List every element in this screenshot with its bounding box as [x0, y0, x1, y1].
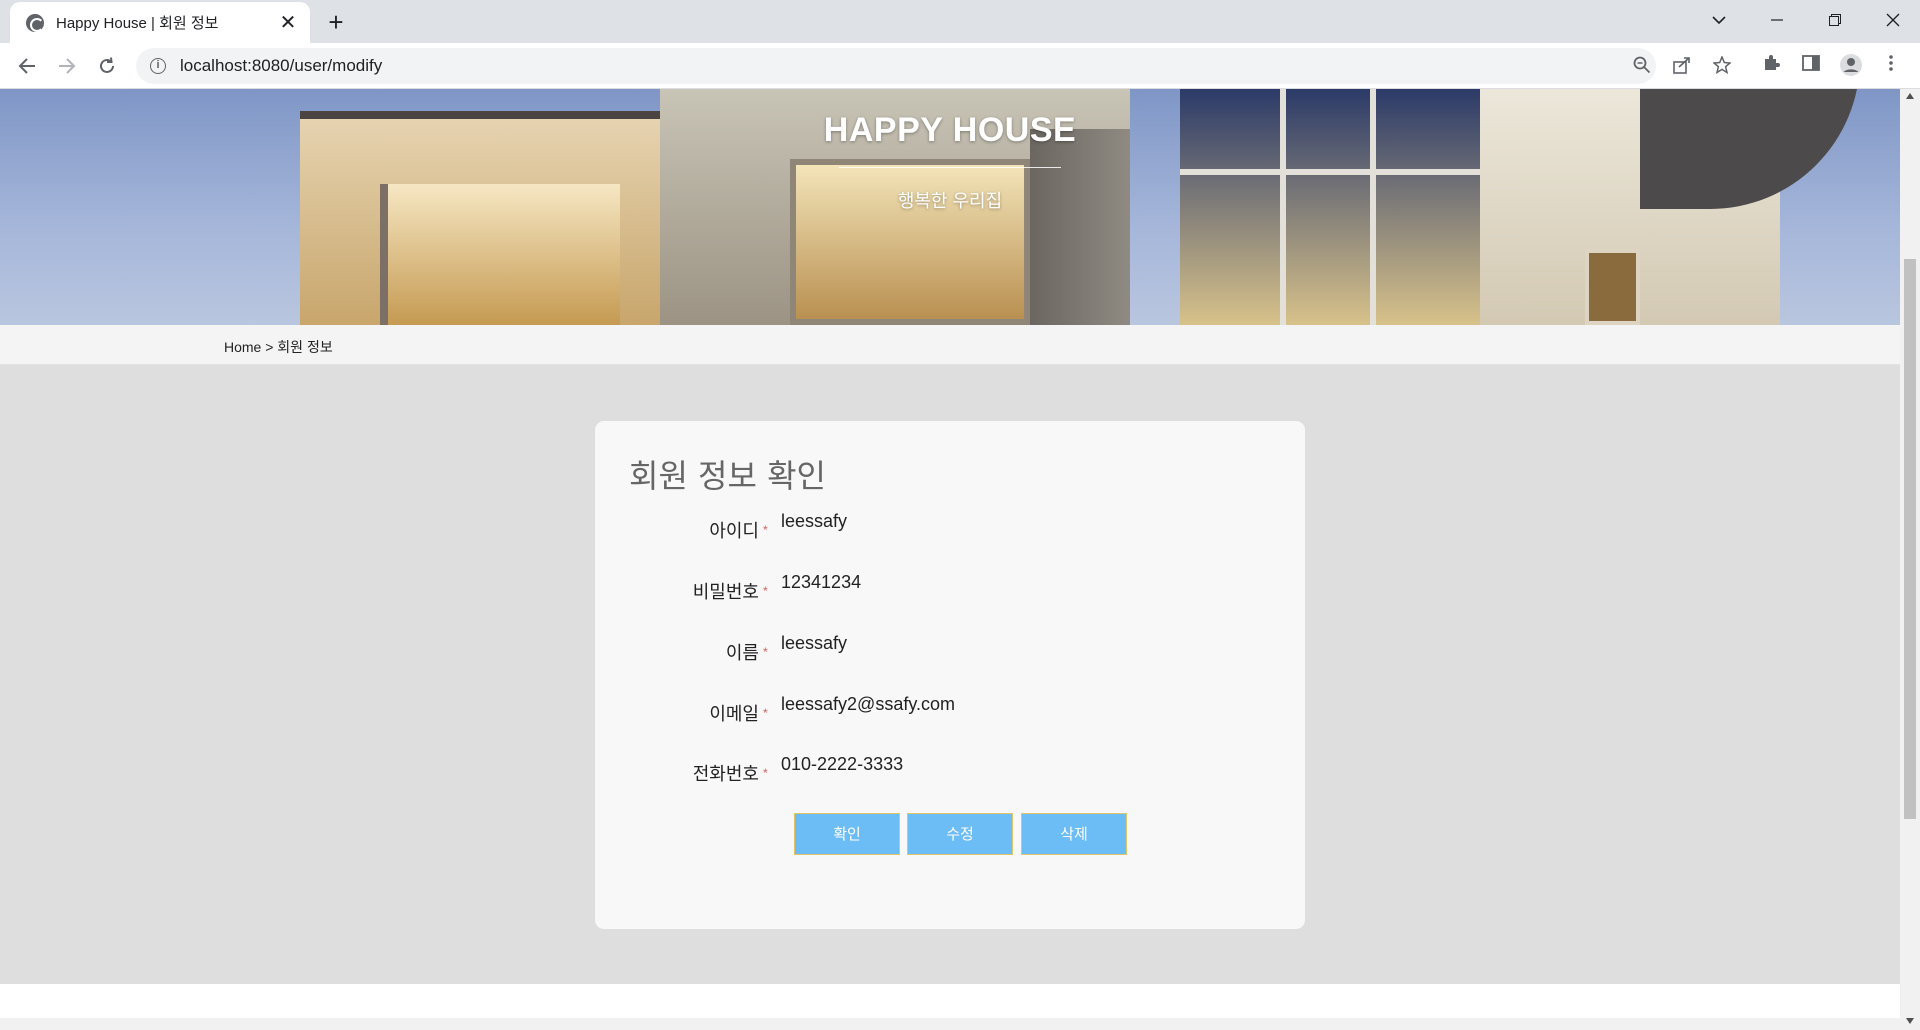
- site-info-icon[interactable]: i: [150, 58, 166, 74]
- back-icon[interactable]: [12, 51, 42, 81]
- field-label: 전화번호: [692, 764, 759, 785]
- field-row-phone: 전화번호 * 010-2222-3333: [595, 754, 1305, 785]
- window-close-icon[interactable]: [1864, 0, 1920, 40]
- page-title: 회원 정보 확인: [629, 457, 826, 495]
- field-value-id: leessafy: [781, 511, 848, 531]
- reload-icon[interactable]: [92, 51, 122, 81]
- required-mark: *: [763, 584, 768, 598]
- globe-icon: [26, 13, 44, 32]
- confirm-button[interactable]: 확인: [794, 813, 900, 855]
- address-bar[interactable]: i localhost:8080/user/modify: [136, 48, 1656, 84]
- modify-button[interactable]: 수정: [907, 813, 1013, 855]
- delete-button[interactable]: 삭제: [1021, 813, 1127, 855]
- required-mark: *: [763, 766, 768, 780]
- browser-tab[interactable]: Happy House | 회원 정보 ✕: [10, 2, 310, 43]
- tab-title: Happy House | 회원 정보: [56, 15, 219, 32]
- page-scrollbar[interactable]: [1900, 89, 1920, 1030]
- hero-image-window: [790, 159, 1030, 325]
- hero-image-door: [1585, 249, 1640, 325]
- window-transom: [1180, 169, 1490, 175]
- hero-image-pillar: [1030, 129, 1130, 325]
- minimize-icon[interactable]: [1748, 0, 1806, 40]
- browser-toolbar: i localhost:8080/user/modify: [0, 43, 1920, 89]
- restore-icon[interactable]: [1806, 0, 1864, 40]
- field-label: 아이디: [709, 521, 759, 542]
- field-row-email: 이메일 * leessafy2@ssafy.com: [595, 694, 1305, 725]
- field-row-password: 비밀번호 * 12341234: [595, 572, 1305, 603]
- required-mark: *: [763, 645, 768, 659]
- field-value-password: 12341234: [781, 572, 862, 592]
- field-label: 이름: [725, 643, 759, 664]
- field-row-name: 이름 * leessafy: [595, 633, 1305, 664]
- scrollbar-thumb[interactable]: [1904, 259, 1916, 819]
- new-tab-button[interactable]: +: [322, 8, 350, 36]
- close-tab-icon[interactable]: ✕: [278, 13, 298, 33]
- scroll-down-icon[interactable]: [1900, 1014, 1920, 1030]
- field-label: 비밀번호: [692, 582, 759, 603]
- field-row-id: 아이디 * leessafy: [595, 511, 1305, 542]
- field-label: 이메일: [709, 704, 759, 725]
- required-mark: *: [763, 523, 768, 537]
- share-icon[interactable]: [1672, 56, 1692, 76]
- field-value-email: leessafy2@ssafy.com: [781, 694, 955, 714]
- forward-icon[interactable]: [52, 51, 82, 81]
- breadcrumb-text[interactable]: Home > 회원 정보: [224, 337, 333, 357]
- page-content: HAPPY HOUSE 행복한 우리집 Home > 회원 정보 회원 정보 확…: [0, 89, 1900, 1030]
- extensions-icon[interactable]: [1758, 53, 1784, 79]
- browser-tab-bar: Happy House | 회원 정보 ✕ +: [0, 0, 1920, 43]
- tab-search-icon[interactable]: [1690, 0, 1748, 40]
- profile-avatar-icon[interactable]: [1838, 53, 1864, 79]
- zoom-icon[interactable]: [1632, 56, 1652, 76]
- site-title: HAPPY HOUSE: [823, 111, 1077, 149]
- url-text[interactable]: localhost:8080/user/modify: [180, 56, 382, 76]
- required-mark: *: [763, 706, 768, 720]
- field-value-phone: 010-2222-3333: [781, 754, 904, 774]
- site-subtitle: 행복한 우리집: [897, 191, 1003, 211]
- footer-bottom: [0, 1018, 1900, 1030]
- field-value-name: leessafy: [781, 633, 848, 653]
- kebab-menu-icon[interactable]: [1878, 53, 1904, 79]
- title-divider: [839, 167, 1061, 168]
- breadcrumb: Home > 회원 정보: [0, 325, 1900, 365]
- side-panel-icon[interactable]: [1798, 53, 1824, 79]
- hero-banner: HAPPY HOUSE 행복한 우리집: [0, 89, 1900, 325]
- bookmark-star-icon[interactable]: [1712, 55, 1732, 76]
- scroll-up-icon[interactable]: [1900, 89, 1920, 105]
